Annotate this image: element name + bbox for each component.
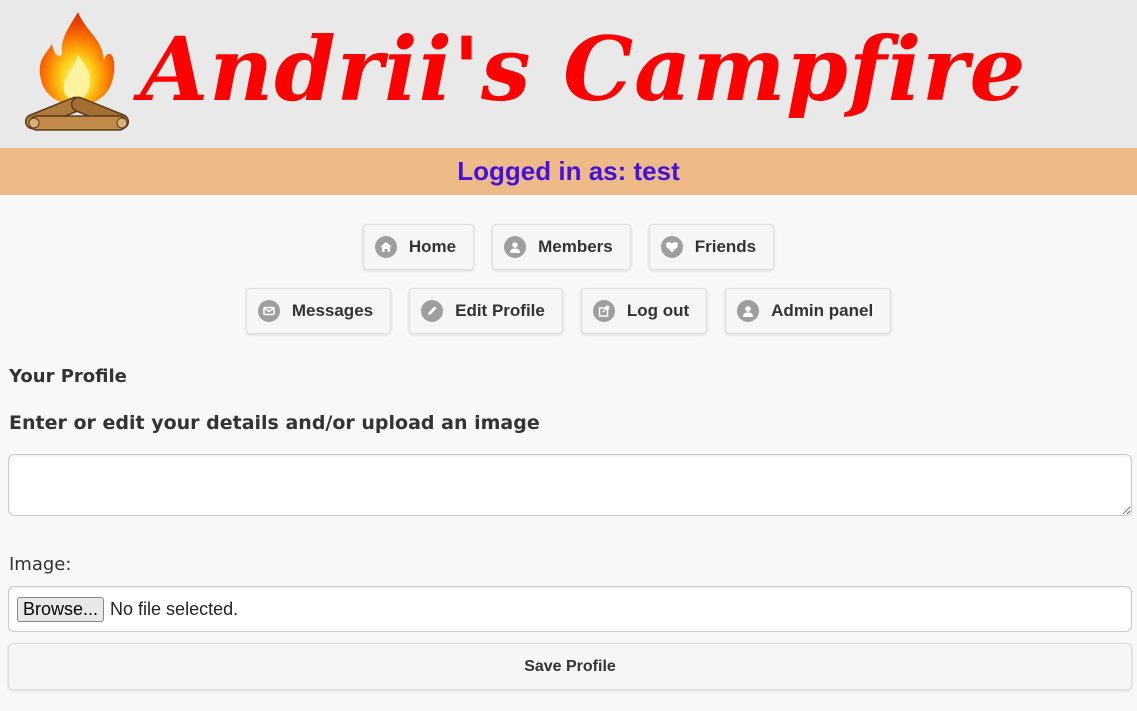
nav-admin-panel-label: Admin panel: [771, 301, 874, 320]
login-status-text: Logged in as: test: [457, 156, 680, 186]
nav-messages-button[interactable]: Messages: [245, 288, 392, 334]
image-file-input[interactable]: Browse... No file selected.: [8, 586, 1132, 632]
nav-logout-label: Log out: [626, 301, 690, 320]
nav-row-2: Messages Edit Profile Log out Admin pane…: [0, 288, 1137, 334]
site-title: Andrii's Campfire: [140, 17, 1027, 121]
nav-members-label: Members: [538, 237, 613, 256]
nav-home-button[interactable]: Home: [362, 224, 475, 270]
browse-button[interactable]: Browse...: [17, 596, 105, 622]
nav-messages-label: Messages: [291, 301, 374, 320]
user-icon: [737, 300, 760, 322]
nav-edit-profile-label: Edit Profile: [455, 301, 545, 320]
campfire-logo-icon: [24, 12, 130, 131]
nav-logout-button[interactable]: Log out: [580, 288, 708, 334]
nav-members-button[interactable]: Members: [492, 224, 631, 270]
nav-edit-profile-button[interactable]: Edit Profile: [409, 288, 563, 334]
logout-icon: [592, 300, 615, 322]
site-header: Andrii's Campfire: [0, 0, 1137, 148]
nav-friends-label: Friends: [694, 237, 757, 256]
profile-heading: Your Profile: [9, 366, 127, 387]
save-profile-button[interactable]: Save Profile: [8, 643, 1132, 690]
file-status-text: No file selected.: [110, 598, 239, 619]
profile-subheading: Enter or edit your details and/or upload…: [9, 412, 540, 434]
login-status-bar: Logged in as: test: [0, 148, 1137, 195]
save-profile-label: Save Profile: [524, 657, 616, 675]
nav-admin-panel-button[interactable]: Admin panel: [725, 288, 892, 334]
nav-friends-button[interactable]: Friends: [648, 224, 775, 270]
pencil-icon: [421, 300, 444, 322]
heart-icon: [660, 236, 683, 258]
image-label: Image:: [9, 554, 72, 575]
nav-home-label: Home: [408, 237, 457, 256]
home-icon: [374, 236, 397, 258]
profile-details-textarea[interactable]: [8, 454, 1132, 516]
mail-icon: [257, 300, 280, 322]
user-icon: [504, 236, 527, 258]
nav-row-1: Home Members Friends: [0, 224, 1137, 270]
